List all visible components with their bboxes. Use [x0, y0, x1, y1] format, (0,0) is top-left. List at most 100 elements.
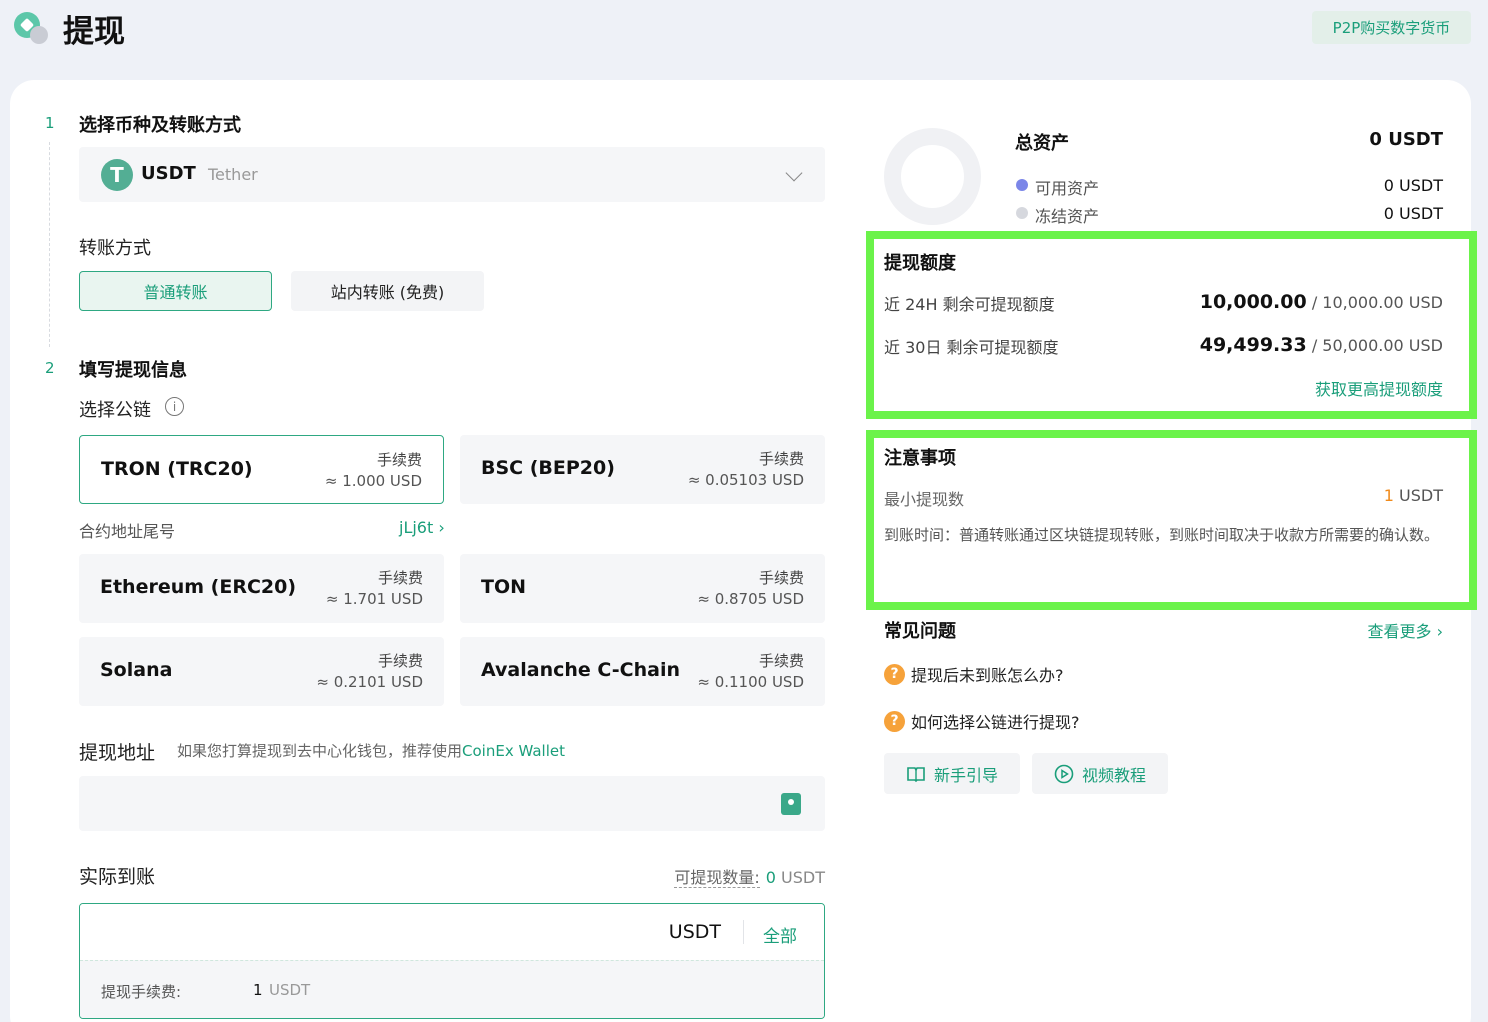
step-2-title: 填写提现信息 — [79, 360, 187, 381]
divider — [743, 920, 744, 944]
withdraw-fee-unit: USDT — [269, 981, 311, 999]
faq-question: 提现后未到账怎么办? — [911, 666, 1064, 685]
chevron-down-icon — [785, 164, 803, 182]
fee-row: 提现手续费: 1 USDT — [80, 960, 824, 1018]
coin-select[interactable]: T USDT Tether — [79, 147, 825, 202]
beginner-guide-label: 新手引导 — [933, 765, 998, 785]
chain-option-tron[interactable]: TRON (TRC20) 手续费 ≈ 1.000 USD — [79, 435, 444, 504]
limit-30d-total: / 50,000.00 USD — [1311, 336, 1443, 355]
fee-label: 手续费 — [758, 450, 804, 468]
usdt-coin-icon: T — [101, 159, 133, 191]
faq-more-link[interactable]: 查看更多 › — [1368, 618, 1444, 642]
limit-24h-remaining: 10,000.00 — [1199, 291, 1307, 313]
min-withdraw-label: 最小提现数 — [884, 490, 965, 509]
withdraw-fee-label: 提现手续费: — [101, 983, 182, 1001]
fee-value: ≈ 1.000 USD — [324, 472, 422, 490]
internal-transfer-button[interactable]: 站内转账 (免费) — [291, 271, 484, 311]
increase-limit-link[interactable]: 获取更高提现额度 — [1315, 376, 1443, 400]
faq-item[interactable]: ? 提现后未到账怎么办? — [884, 662, 1064, 686]
fee-label: 手续费 — [758, 652, 804, 670]
fee-label: 手续费 — [377, 652, 423, 670]
limit-30d-value: 49,499.33 / 50,000.00 USD — [1200, 334, 1443, 356]
chain-option-solana[interactable]: Solana 手续费 ≈ 0.2101 USD — [79, 637, 444, 706]
chain-name: TRON (TRC20) — [101, 458, 253, 480]
faq-title: 常见问题 — [884, 621, 956, 642]
total-assets-label: 总资产 — [1015, 133, 1069, 154]
available-value: 0 — [765, 868, 776, 887]
fee-value: ≈ 0.1100 USD — [697, 673, 804, 691]
chain-name: Avalanche C-Chain — [481, 659, 680, 681]
withdraw-all-button[interactable]: 全部 — [763, 922, 797, 947]
amount-input[interactable]: USDT 全部 — [80, 904, 824, 960]
coinex-wallet-link[interactable]: CoinEx Wallet — [462, 742, 565, 760]
contract-address-tail-link[interactable]: jLj6t › — [399, 518, 445, 537]
chain-name: TON — [481, 576, 527, 598]
available-label: 可提现数量: — [674, 868, 760, 888]
chain-option-avalanche[interactable]: Avalanche C-Chain 手续费 ≈ 0.1100 USD — [460, 637, 825, 706]
video-tutorial-button[interactable]: 视频教程 — [1032, 753, 1168, 794]
fee-value: ≈ 0.2101 USD — [316, 673, 423, 691]
frozen-dot-icon — [1016, 207, 1028, 219]
fee-value: ≈ 0.05103 USD — [687, 471, 804, 489]
address-label: 提现地址 — [79, 742, 156, 764]
chain-option-bsc[interactable]: BSC (BEP20) 手续费 ≈ 0.05103 USD — [460, 435, 825, 504]
min-withdraw-unit: USDT — [1399, 486, 1443, 505]
contract-address-label: 合约地址尾号 — [79, 522, 176, 541]
coin-name: Tether — [208, 165, 258, 184]
step-2-number: 2 — [45, 359, 55, 377]
available-amount: 可提现数量: 0 USDT — [674, 864, 825, 888]
notes-panel — [866, 430, 1477, 610]
limit-30d-remaining: 49,499.33 — [1199, 334, 1307, 356]
available-assets-label: 可用资产 — [1035, 179, 1100, 198]
limit-30d-label: 近 30日 剩余可提现额度 — [884, 338, 1059, 357]
video-tutorial-label: 视频教程 — [1081, 765, 1146, 785]
address-book-icon[interactable] — [781, 793, 801, 815]
top-bar: 提现 P2P购买数字货币 — [0, 0, 1488, 80]
fee-value: ≈ 0.8705 USD — [697, 590, 804, 608]
transfer-method-label: 转账方式 — [79, 238, 151, 259]
available-dot-icon — [1016, 179, 1028, 191]
fee-label: 手续费 — [376, 451, 422, 469]
chain-option-ton[interactable]: TON 手续费 ≈ 0.8705 USD — [460, 554, 825, 623]
chain-name: Ethereum (ERC20) — [100, 576, 297, 598]
arrival-time-note: 到账时间：普通转账通过区块链提现转账，到账时间取决于收款方所需要的确认数。 — [884, 526, 1440, 544]
coin-symbol: USDT — [141, 163, 196, 184]
amount-box: USDT 全部 提现手续费: 1 USDT — [79, 903, 825, 1019]
info-icon[interactable]: i — [165, 397, 184, 416]
frozen-assets-label: 冻结资产 — [1035, 207, 1100, 226]
step-1-title: 选择币种及转账方式 — [79, 115, 241, 136]
limit-24h-label: 近 24H 剩余可提现额度 — [884, 295, 1055, 314]
frozen-assets-value: 0 USDT — [1383, 204, 1443, 223]
chain-select-label: 选择公链 — [79, 400, 151, 421]
play-icon — [1054, 764, 1074, 783]
available-unit: USDT — [781, 868, 825, 887]
fee-label: 手续费 — [758, 569, 804, 587]
chain-name: Solana — [100, 659, 173, 681]
chain-name: BSC (BEP20) — [481, 457, 615, 479]
faq-item[interactable]: ? 如何选择公链进行提现? — [884, 709, 1080, 733]
normal-transfer-button[interactable]: 普通转账 — [79, 271, 272, 311]
question-icon: ? — [884, 663, 905, 685]
chain-option-ethereum[interactable]: Ethereum (ERC20) 手续费 ≈ 1.701 USD — [79, 554, 444, 623]
limit-24h-total: / 10,000.00 USD — [1311, 293, 1443, 312]
page-title: 提现 — [63, 14, 125, 50]
withdraw-fee-value: 1 — [253, 981, 263, 999]
min-withdraw-value: 1 USDT — [1384, 486, 1443, 505]
notes-title: 注意事项 — [884, 448, 956, 469]
beginner-guide-button[interactable]: 新手引导 — [884, 753, 1020, 794]
asset-donut-chart — [884, 128, 981, 225]
address-input[interactable] — [79, 776, 825, 831]
withdraw-limit-title: 提现额度 — [884, 253, 956, 274]
amount-unit: USDT — [668, 921, 721, 943]
p2p-buy-button[interactable]: P2P购买数字货币 — [1312, 11, 1471, 44]
address-hint-text: 如果您打算提现到去中心化钱包，推荐使用 — [177, 742, 463, 760]
book-icon — [907, 766, 925, 782]
min-withdraw-amount: 1 — [1383, 486, 1394, 505]
step-connector — [49, 142, 50, 347]
available-assets-value: 0 USDT — [1383, 176, 1443, 195]
fee-label: 手续费 — [377, 569, 423, 587]
total-assets-value: 0 USDT — [1369, 129, 1443, 150]
logo-icon — [14, 12, 50, 44]
fee-value: ≈ 1.701 USD — [325, 590, 423, 608]
address-hint: 如果您打算提现到去中心化钱包，推荐使用CoinEx Wallet — [177, 740, 565, 761]
